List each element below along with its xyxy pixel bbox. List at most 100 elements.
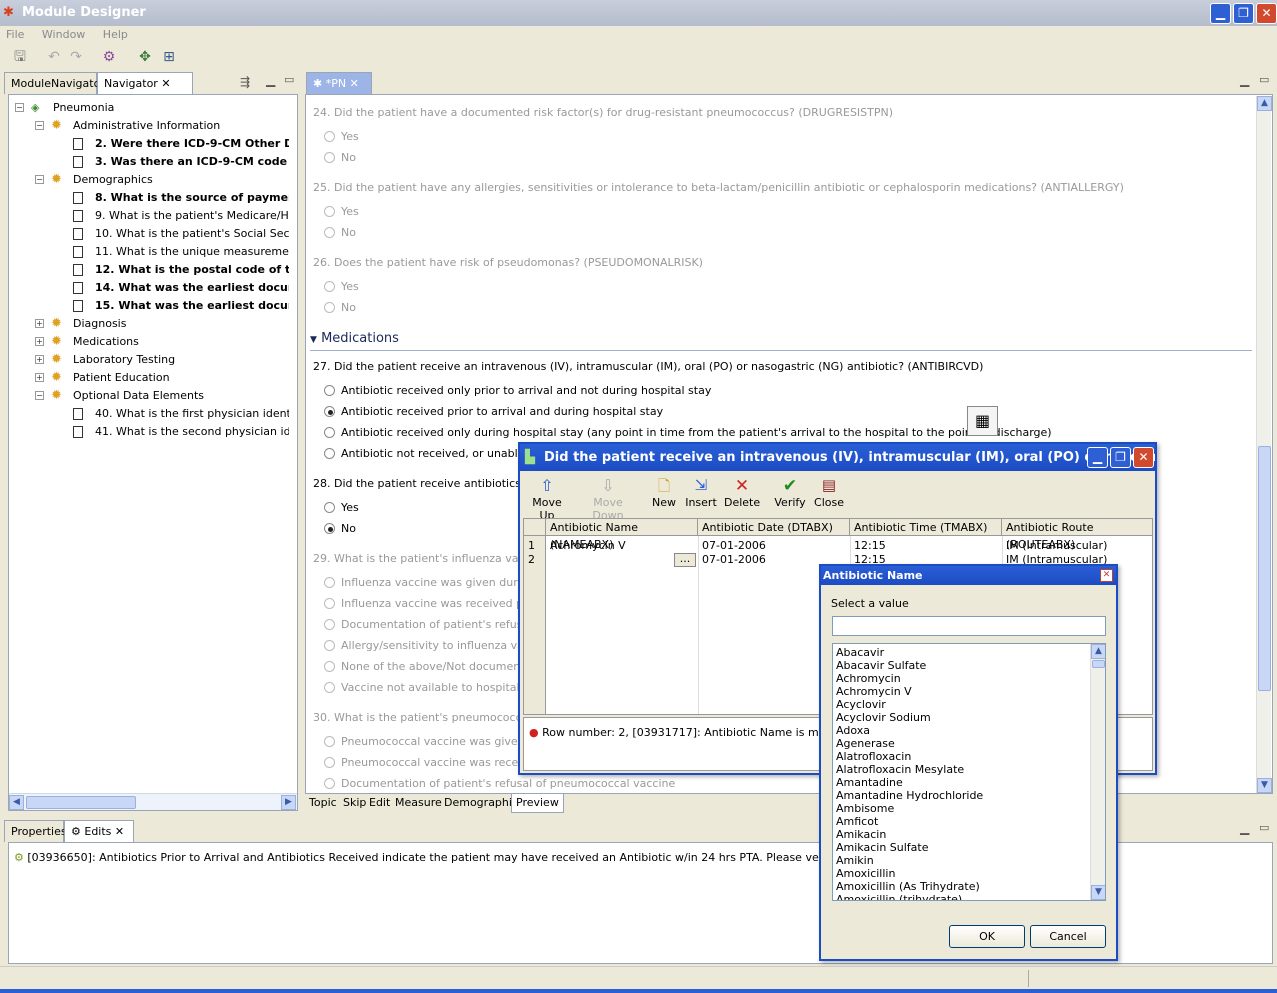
radio-icon[interactable]	[324, 619, 335, 630]
medications-section-header[interactable]: ▼ Medications	[310, 331, 399, 346]
collapse-all-icon[interactable]: ⇶	[240, 75, 250, 89]
minimize-window-button[interactable]: ▁	[1210, 3, 1231, 24]
expand-icon[interactable]: +	[35, 319, 44, 328]
list-item[interactable]: Amikacin	[833, 828, 1089, 841]
list-item[interactable]: Amikin	[833, 854, 1089, 867]
restore-window-button[interactable]: ❐	[1233, 3, 1254, 24]
collapse-icon[interactable]: −	[35, 391, 44, 400]
q30-option-1[interactable]: Pneumococcal vaccine was given dur	[324, 735, 547, 748]
minimize-view-icon[interactable]: ▁	[266, 73, 275, 87]
column-header-date[interactable]: Antibiotic Date (DTABX)	[698, 519, 850, 536]
radio-icon[interactable]	[324, 736, 335, 747]
tab-topic[interactable]: Topic	[309, 796, 337, 809]
list-item[interactable]: Alatrofloxacin Mesylate	[833, 763, 1089, 776]
minimize-view-icon[interactable]: ▁	[1240, 73, 1249, 87]
maximize-view-icon[interactable]: ▭	[1259, 73, 1269, 86]
list-item[interactable]: Amantadine	[833, 776, 1089, 789]
close-dialog-button[interactable]: ✕	[1133, 447, 1154, 468]
list-item[interactable]: Amoxicillin (trihydrate)	[833, 893, 1089, 900]
cell-name[interactable]: Achromycin V	[546, 539, 626, 553]
column-header-time[interactable]: Antibiotic Time (TMABX)	[850, 519, 1002, 536]
radio-selected-icon[interactable]	[324, 523, 335, 534]
tab-edit[interactable]: Edit	[369, 796, 390, 809]
q29-option-1[interactable]: Influenza vaccine was given during t	[324, 576, 543, 589]
q29-option-3[interactable]: Documentation of patient's refusal of	[324, 618, 546, 631]
delete-button[interactable]: ✕ Delete	[724, 476, 760, 512]
table-grid-icon[interactable]: ▦	[967, 406, 998, 436]
radio-icon[interactable]	[324, 502, 335, 513]
list-item[interactable]: Amoxicillin (As Trihydrate)	[833, 880, 1089, 893]
radio-icon[interactable]	[324, 598, 335, 609]
expand-icon[interactable]: ✥	[135, 47, 155, 67]
radio-icon[interactable]	[324, 682, 335, 693]
radio-icon[interactable]	[324, 778, 335, 789]
tab-demographic[interactable]: Demographic	[444, 796, 518, 809]
undo-icon[interactable]: ↶	[44, 47, 64, 67]
tab-edits[interactable]: ⚙ Edits ✕	[64, 820, 134, 842]
redo-icon[interactable]: ↷	[66, 47, 86, 67]
radio-icon[interactable]	[324, 427, 335, 438]
validate-icon[interactable]: ⚙	[99, 47, 119, 67]
insert-button[interactable]: ⇲ Insert	[684, 476, 718, 512]
radio-icon[interactable]	[324, 661, 335, 672]
close-window-button[interactable]: ✕	[1256, 3, 1277, 24]
tab-preview[interactable]: Preview	[511, 794, 564, 813]
expand-icon[interactable]: +	[35, 337, 44, 346]
radio-icon[interactable]	[324, 302, 335, 313]
q29-option-5[interactable]: None of the above/Not documented/	[324, 660, 542, 673]
close-icon[interactable]: ✕	[161, 77, 170, 90]
tab-navigator[interactable]: Navigator ✕	[97, 72, 193, 94]
radio-icon[interactable]	[324, 385, 335, 396]
picker-search-input[interactable]	[832, 616, 1106, 636]
radio-icon[interactable]	[324, 281, 335, 292]
tab-properties[interactable]: Properties	[4, 820, 67, 842]
expand-icon[interactable]: +	[35, 355, 44, 364]
radio-icon[interactable]	[324, 448, 335, 459]
list-item[interactable]: Abacavir	[833, 646, 1089, 659]
q29-option-4[interactable]: Allergy/sensitivity to influenza vaccin	[324, 639, 546, 652]
scroll-left-icon[interactable]: ◀	[9, 795, 24, 810]
maximize-view-icon[interactable]: ▭	[284, 73, 294, 86]
expand-icon[interactable]: +	[35, 373, 44, 382]
list-item[interactable]: Achromycin V	[833, 685, 1089, 698]
cell-route[interactable]: IM (Intramuscular)	[1002, 539, 1107, 553]
cell-date[interactable]: 07-01-2006	[698, 553, 766, 567]
maximize-dialog-button[interactable]: ❐	[1110, 447, 1131, 468]
q25-yes[interactable]: Yes	[324, 205, 359, 218]
scroll-up-icon[interactable]: ▲	[1091, 644, 1105, 659]
move-up-button[interactable]: ⇧ Move Up	[524, 476, 570, 522]
save-icon[interactable]: 🖫	[10, 47, 30, 67]
list-item[interactable]: Amoxicillin	[833, 867, 1089, 880]
scroll-down-icon[interactable]: ▼	[1091, 885, 1105, 900]
q29-option-6[interactable]: Vaccine not available to hospital, due	[324, 681, 547, 694]
q26-no[interactable]: No	[324, 301, 356, 314]
list-item[interactable]: Ambisome	[833, 802, 1089, 815]
list-item[interactable]: Amantadine Hydrochloride	[833, 789, 1089, 802]
radio-icon[interactable]	[324, 152, 335, 163]
column-header-route[interactable]: Antibiotic Route (ROUTEABX)	[1002, 519, 1152, 551]
radio-icon[interactable]	[324, 131, 335, 142]
q27-option-2[interactable]: Antibiotic received prior to arrival and…	[324, 405, 663, 418]
radio-icon[interactable]	[324, 757, 335, 768]
tab-pn[interactable]: ✱ *PN ✕	[306, 72, 372, 94]
radio-selected-icon[interactable]	[324, 406, 335, 417]
radio-icon[interactable]	[324, 640, 335, 651]
column-header-name[interactable]: Antibiotic Name (NAMEABX)	[546, 519, 698, 551]
close-icon[interactable]: ✕	[1100, 569, 1113, 582]
new-button[interactable]: 🗋 New	[650, 476, 678, 512]
scroll-thumb[interactable]	[1258, 446, 1271, 691]
cell-time[interactable]: 12:15	[850, 539, 886, 553]
scroll-thumb[interactable]	[26, 796, 136, 809]
q30-option-3[interactable]: Documentation of patient's refusal of pn…	[324, 777, 675, 790]
scroll-down-icon[interactable]: ▼	[1257, 778, 1272, 793]
q24-yes[interactable]: Yes	[324, 130, 359, 143]
list-item[interactable]: Amficot	[833, 815, 1089, 828]
close-icon[interactable]: ✕	[350, 77, 359, 90]
list-item[interactable]: Acyclovir	[833, 698, 1089, 711]
minimize-dialog-button[interactable]: ▁	[1087, 447, 1108, 468]
list-item[interactable]: Alatrofloxacin	[833, 750, 1089, 763]
list-item[interactable]: Agenerase	[833, 737, 1089, 750]
browse-button[interactable]: ...	[674, 553, 696, 567]
picker-vscrollbar[interactable]: ▲ ▼	[1090, 644, 1105, 900]
close-button[interactable]: ▤ Close	[814, 476, 844, 512]
